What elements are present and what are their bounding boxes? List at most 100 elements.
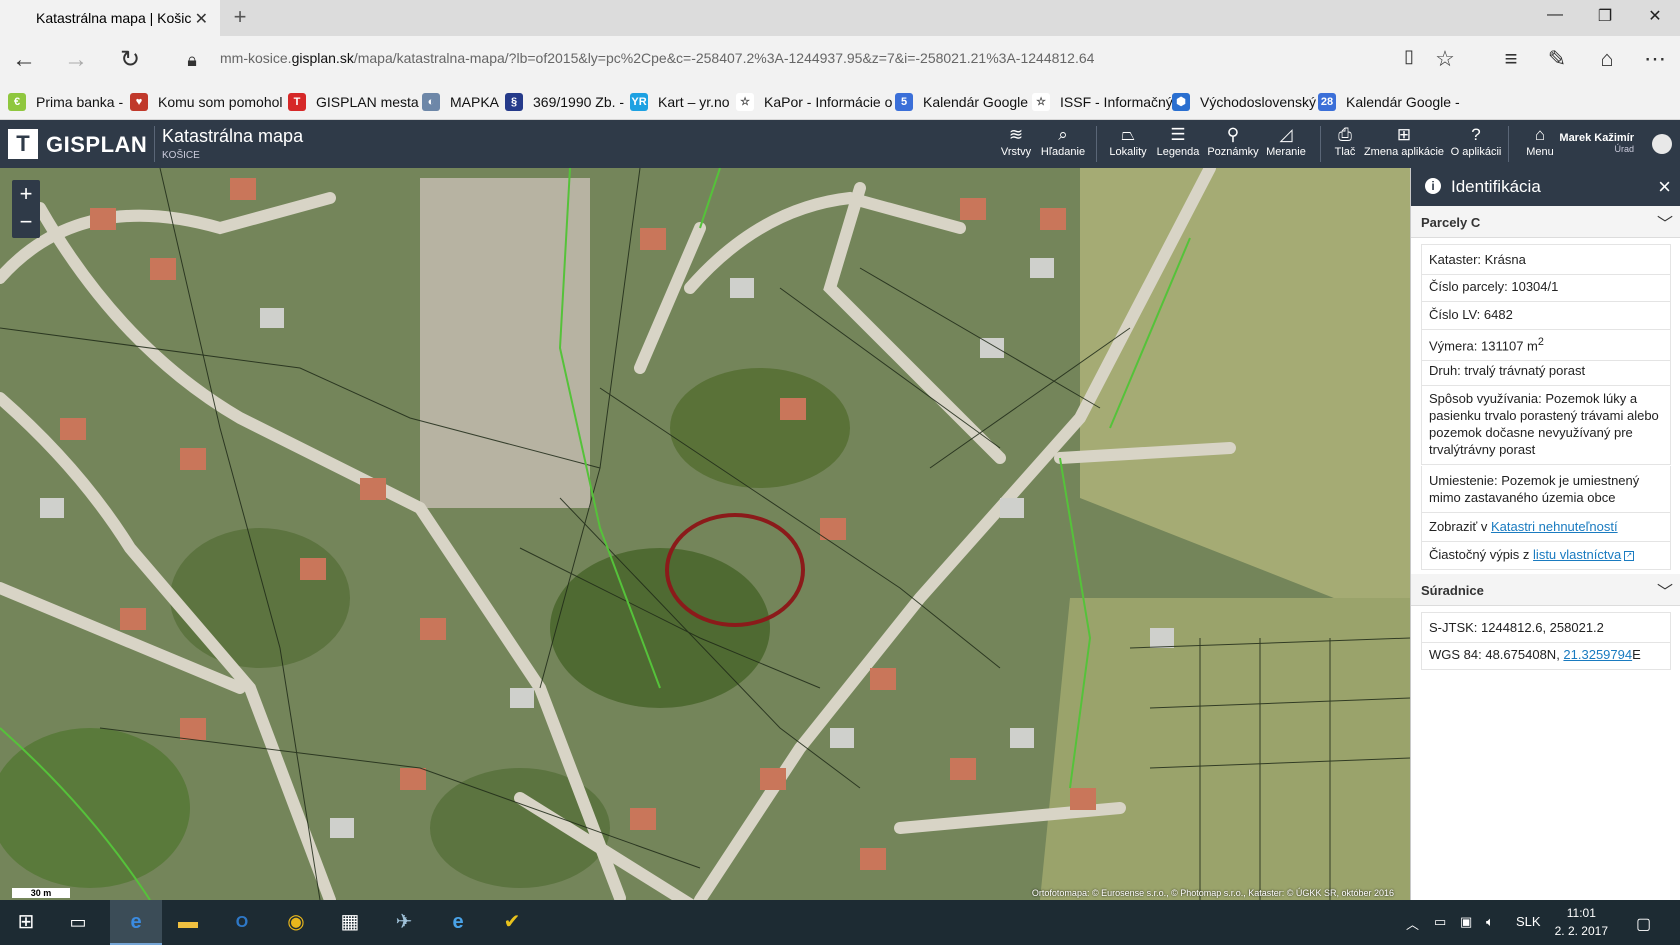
tool-icon: ⏢ [1121,125,1135,144]
task-view-icon[interactable]: ▭ [52,900,104,945]
chevron-down-icon[interactable]: ﹀ [1657,210,1673,234]
network-icon[interactable]: ▣ [1460,914,1472,930]
cadastre-link[interactable]: Katastri nehnuteľností [1491,519,1618,534]
back-icon[interactable]: ← [6,46,42,74]
external-link-icon[interactable]: ↗ [1624,550,1635,561]
toolbar-divider [1508,126,1509,162]
parcel-number-row: Číslo parcely: 10304/1 [1421,272,1671,302]
tool-label: Menu [1526,146,1554,158]
favorite-item[interactable]: T GISPLAN mesta [288,93,419,111]
zoom-in-button[interactable]: + [12,180,40,208]
favorite-item[interactable]: ⬢ Východoslovenský [1172,93,1316,111]
tab-title: Katastrálna mapa | Košic [36,10,192,26]
app-bird-icon[interactable]: ✈ [378,900,430,945]
hub-icon[interactable]: ≡ [1494,46,1528,72]
tool-legenda-button[interactable]: ☰ Legenda [1154,124,1202,164]
favorite-site-icon: 5 [895,93,913,111]
web-note-icon[interactable]: ✎ [1540,46,1574,72]
favorite-star-icon[interactable]: ☆ [1428,46,1462,72]
file-explorer-icon[interactable]: ▬ [162,900,214,945]
lock-icon: 🔒︎ [187,50,197,70]
extract-prefix: Čiastočný výpis z [1429,547,1534,562]
ownership-sheet-link[interactable]: listu vlastníctva [1533,547,1621,562]
favorite-item[interactable]: ☆ ISSF - Informačný [1032,93,1173,111]
refresh-icon[interactable]: ↻ [112,46,148,74]
tool-icon: ? [1471,125,1481,144]
chrome-icon[interactable]: ◉ [270,900,322,945]
header-divider [154,126,155,162]
wgs-longitude-link[interactable]: 21.3259794 [1563,647,1632,662]
tool-meranie-button[interactable]: ◿ Meranie [1262,124,1310,164]
tool-h-adanie-button[interactable]: ⌕ Hľadanie [1038,124,1088,164]
tool-lokality-button[interactable]: ⏢ Lokality [1106,124,1150,164]
favorite-item[interactable]: ☆ KaPor - Informácie o [736,93,892,111]
type-row: Druh: trvalý trávnatý porast [1421,356,1671,386]
section-coords-header[interactable]: Súradnice ﹀ [1411,574,1680,606]
outlook-icon[interactable]: O [216,900,268,945]
calculator-icon[interactable]: ▦ [324,900,376,945]
reading-view-icon[interactable]: ▯ [1392,46,1426,67]
language-indicator[interactable]: SLK [1516,914,1541,929]
favorite-label: KaPor - Informácie o [764,94,893,110]
tool-vrstvy-button[interactable]: ≋ Vrstvy [996,124,1036,164]
show-hidden-icons-icon[interactable]: ︿ [1406,914,1419,933]
close-panel-icon[interactable]: × [1658,174,1671,200]
minimize-icon[interactable]: — [1532,6,1578,24]
orthophoto-map[interactable] [0,168,1410,900]
favorite-site-icon: ◐ [422,93,440,111]
browser-tab[interactable]: Katastrálna mapa | Košic ✕ [0,0,220,36]
tool-zmena-aplik-cie-button[interactable]: ⊞ Zmena aplikácie [1362,124,1446,164]
tool-menu-button[interactable]: ⌂ Menu [1518,124,1562,164]
section-coords-title: Súradnice [1421,583,1484,598]
battery-icon[interactable]: ▭ [1434,914,1446,930]
area-value: Výmera: 131107 m [1429,338,1538,354]
tool-label: Lokality [1109,146,1147,158]
chevron-down-icon[interactable]: ﹀ [1657,578,1673,602]
forward-icon[interactable]: → [58,46,94,74]
close-tab-icon[interactable]: ✕ [195,9,208,29]
edge-browser-icon[interactable]: e [110,900,162,945]
windows-taskbar: ⊞ ▭ e ▬ O ◉ ▦ ✈ e ✔ ︿ ▭ ▣ 🔈︎ SLK 11:01 2… [0,900,1680,945]
favorite-item[interactable]: ♥ Komu som pomohol [130,93,283,111]
wgs84-row: WGS 84: 48.675408N, 21.3259794E [1421,640,1671,670]
new-tab-button[interactable]: + [226,4,254,30]
window-close-icon[interactable]: ✕ [1632,6,1678,26]
favorite-site-icon: § [505,93,523,111]
tool-o-aplik-cii-button[interactable]: ? O aplikácii [1448,124,1504,164]
gisplan-logo-icon[interactable]: T [8,129,38,159]
favorite-site-icon: YR [630,93,648,111]
favorite-item[interactable]: ◐ MAPKA [422,93,499,111]
clock[interactable]: 11:01 2. 2. 2017 [1555,904,1608,940]
user-info[interactable]: Marek Kažimír Úrad [1559,132,1634,154]
favorite-item[interactable]: € Prima banka - [8,93,123,111]
favorite-site-icon: ☆ [736,93,754,111]
zoom-out-button[interactable]: − [12,208,40,236]
address-bar[interactable]: mm-kosice.gisplan.sk/mapa/katastralna-ma… [220,50,1094,66]
tool-pozn-mky-button[interactable]: ⚲ Poznámky [1206,124,1260,164]
browser-navbar: ← → ↻ 🔒︎ mm-kosice.gisplan.sk/mapa/katas… [0,36,1680,84]
norton-icon[interactable]: ✔ [486,900,538,945]
tool-tla--button[interactable]: ⎙ Tlač [1330,124,1360,164]
more-icon[interactable]: ⋯ [1638,46,1672,72]
windows-start-icon[interactable]: ⊞ [0,900,52,945]
favorite-label: Kalendár Google - [1346,94,1460,110]
avatar[interactable] [1652,134,1672,154]
volume-icon[interactable]: 🔈︎ [1486,914,1494,930]
map-view[interactable]: + − 30 m Ortofotomapa: © Eurosense s.r.o… [0,168,1410,900]
favorite-item[interactable]: 28 Kalendár Google - [1318,93,1460,111]
tool-label: Poznámky [1207,146,1259,158]
favorite-label: GISPLAN mesta [316,94,419,110]
favorite-item[interactable]: YR Kart – yr.no [630,93,730,111]
action-center-icon[interactable]: ▢ [1636,914,1651,934]
internet-explorer-icon[interactable]: e [432,900,484,945]
tree-cluster [670,368,850,488]
tool-label: Hľadanie [1040,146,1086,158]
clock-time: 11:01 [1566,906,1596,920]
section-parcels-header[interactable]: Parcely C ﹀ [1411,206,1680,238]
favorite-item[interactable]: § 369/1990 Zb. - [505,93,624,111]
field-area-south [1040,598,1410,900]
favorite-item[interactable]: 5 Kalendár Google [895,93,1028,111]
restore-icon[interactable]: ❐ [1582,6,1628,26]
favorite-label: Východoslovenský [1200,94,1316,110]
share-icon[interactable]: ⌂ [1590,46,1624,72]
